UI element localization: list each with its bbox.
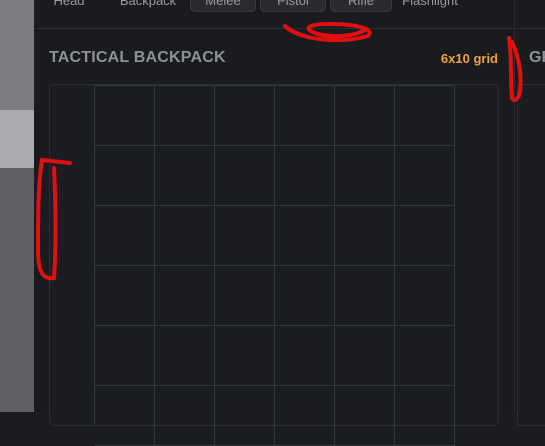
annotation-scribble-left [35, 157, 72, 281]
annotation-overlay [35, 21, 523, 281]
annotation-scribble-top [283, 21, 372, 43]
annotation-scribble-right [507, 36, 523, 102]
